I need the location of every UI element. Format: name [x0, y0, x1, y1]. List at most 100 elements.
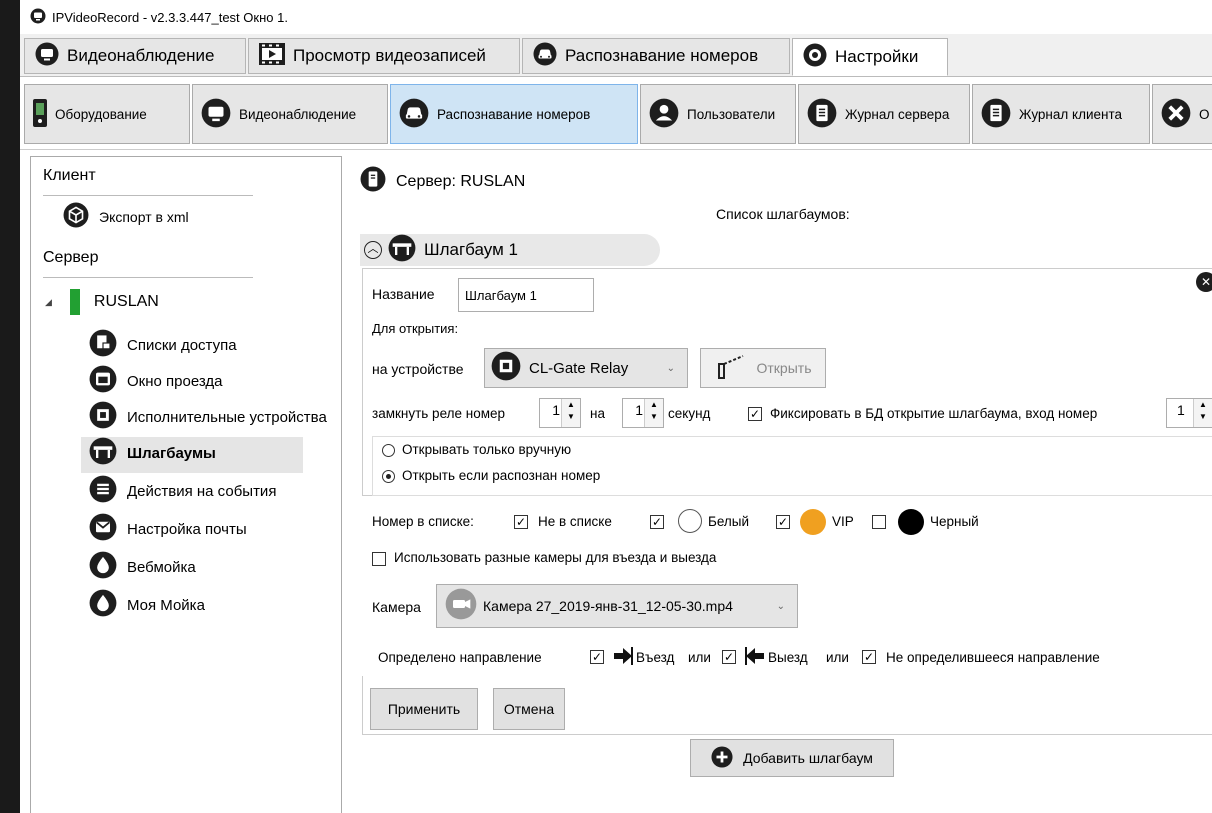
exit-checkbox[interactable]: ✓ — [722, 650, 736, 664]
barrier-header[interactable]: ︿ Шлагбаум 1 — [360, 234, 660, 266]
tree-item-export-xml[interactable]: Экспорт в xml — [63, 202, 189, 231]
tree-item-webwash[interactable]: Вебмойка — [89, 551, 196, 583]
mail-icon — [89, 513, 117, 545]
tools-icon — [1161, 98, 1191, 131]
barrier-gate-icon — [715, 354, 745, 383]
cube-icon — [63, 202, 89, 231]
device-select[interactable]: CL-Gate Relay ⌄ — [484, 348, 688, 388]
drop-icon — [89, 589, 117, 621]
stepper-arrows[interactable]: ▲ ▼ — [561, 399, 580, 427]
on-label: на — [590, 406, 605, 421]
window-left-edge — [0, 0, 20, 813]
radio-open-recognized[interactable] — [382, 470, 395, 483]
vip-label: VIP — [832, 514, 854, 529]
device-label: на устройстве — [372, 361, 464, 377]
tree-item-label: Шлагбаумы — [127, 444, 216, 462]
barrier-title: Шлагбаум 1 — [424, 240, 518, 259]
vip-list-checkbox[interactable]: ✓ — [776, 515, 790, 529]
barrier-name-input[interactable]: Шлагбаум 1 — [458, 278, 594, 312]
tab-plate-recognition[interactable]: Распознавание номеров — [522, 38, 790, 74]
settings-tree-panel: Клиент Экспорт в xml Сервер ◢ RUSLAN Спи… — [30, 156, 342, 813]
stepper-arrows[interactable]: ▲ ▼ — [644, 399, 663, 427]
tab-video-surveillance[interactable]: Видеонаблюдение — [24, 38, 246, 74]
tree-item-pass-window[interactable]: Окно проезда — [89, 365, 223, 397]
or-label: или — [826, 650, 849, 665]
tab-label: Видеонаблюдение — [67, 46, 215, 65]
tree-item-event-actions[interactable]: Действия на события — [89, 475, 276, 507]
black-list-checkbox[interactable] — [872, 515, 886, 529]
open-barrier-button[interactable]: Открыть — [700, 348, 826, 388]
different-cameras-checkbox[interactable] — [372, 552, 386, 566]
barrier-icon — [89, 437, 117, 469]
tree-item-barriers[interactable]: Шлагбаумы — [89, 437, 216, 469]
divider — [43, 277, 253, 278]
tree-item-label: Списки доступа — [127, 336, 237, 354]
stepper-value: 1 — [1177, 402, 1185, 418]
radio-open-manual[interactable] — [382, 444, 395, 457]
barrier-list-title: Список шлагбаумов: — [716, 206, 850, 222]
name-label: Название — [372, 286, 435, 302]
white-list-checkbox[interactable]: ✓ — [650, 515, 664, 529]
tree-item-my-wash[interactable]: Моя Мойка — [89, 589, 205, 621]
not-in-list-checkbox[interactable]: ✓ — [514, 515, 528, 529]
subtab-about[interactable]: О — [1152, 84, 1212, 144]
subtab-label: О — [1199, 106, 1210, 122]
subtab-client-log[interactable]: Журнал клиента — [972, 84, 1150, 144]
cancel-button[interactable]: Отмена — [493, 688, 565, 730]
close-icon[interactable]: ✕ — [1196, 272, 1212, 292]
window-title: IPVideoRecord - v2.3.3.447_test Окно 1. — [52, 9, 288, 25]
number-in-list-label: Номер в списке: — [372, 514, 474, 529]
tree-item-server[interactable]: ◢ RUSLAN — [45, 289, 159, 315]
subtab-equipment[interactable]: Оборудование — [24, 84, 190, 144]
entry-checkbox[interactable]: ✓ — [590, 650, 604, 664]
subtab-server-log[interactable]: Журнал сервера — [798, 84, 970, 144]
tree-item-actuators[interactable]: Исполнительные устройства — [89, 401, 327, 433]
tab-settings[interactable]: Настройки — [792, 38, 948, 76]
server-header: Сервер — [43, 249, 99, 266]
apply-button[interactable]: Применить — [370, 688, 478, 730]
car-icon — [533, 42, 557, 71]
client-header: Клиент — [43, 167, 96, 184]
tree-item-label: Окно проезда — [127, 372, 223, 390]
subtab-label: Распознавание номеров — [437, 106, 591, 122]
stepper-value: 1 — [552, 402, 560, 418]
gear-icon — [803, 43, 827, 72]
tree-item-mail-settings[interactable]: Настройка почты — [89, 513, 247, 545]
subtab-label: Пользователи — [687, 106, 776, 122]
subtab-users[interactable]: Пользователи — [640, 84, 796, 144]
white-label: Белый — [708, 514, 750, 529]
tab-recordings[interactable]: Просмотр видеозаписей — [248, 38, 520, 74]
user-icon — [649, 98, 679, 131]
tree-item-access-lists[interactable]: Списки доступа — [89, 329, 237, 361]
add-barrier-button[interactable]: Добавить шлагбаум — [690, 739, 894, 777]
radio-open-manual-label: Открывать только вручную — [402, 442, 572, 457]
seconds-stepper[interactable]: 1 ▲ ▼ — [622, 398, 664, 428]
subtab-label: Журнал клиента — [1019, 106, 1122, 122]
arrow-right-icon — [612, 645, 634, 672]
stepper-arrows[interactable]: ▲ ▼ — [1193, 399, 1212, 427]
chip-icon — [89, 401, 117, 433]
undetermined-direction-checkbox[interactable]: ✓ — [862, 650, 876, 664]
server-title-text: Сервер: RUSLAN — [396, 172, 526, 190]
arrow-left-icon — [744, 645, 766, 672]
fix-in-db-checkbox[interactable]: ✓ — [748, 407, 762, 421]
collapse-triangle-icon[interactable]: ◢ — [45, 297, 52, 308]
monitor-icon — [201, 98, 231, 131]
barrier-icon — [388, 234, 416, 267]
main-tabs: Видеонаблюдение Просмотр видеозаписей Ра… — [20, 34, 1212, 77]
tree-item-label: Исполнительные устройства — [127, 408, 327, 426]
server-status-icon — [69, 289, 80, 315]
device-icon — [33, 98, 47, 130]
camera-label: Камера — [372, 599, 421, 615]
app-icon — [30, 8, 46, 27]
collapse-chevron-icon[interactable]: ︿ — [364, 241, 382, 259]
relay-number-stepper[interactable]: 1 ▲ ▼ — [539, 398, 581, 428]
tree-item-label: Настройка почты — [127, 520, 247, 538]
subtab-video-surveillance[interactable]: Видеонаблюдение — [192, 84, 388, 144]
camera-select[interactable]: Камера 27_2019-янв-31_12-05-30.mp4 ⌄ — [436, 584, 798, 628]
chip-icon — [491, 351, 521, 386]
subtab-plate-recognition[interactable]: Распознавание номеров — [390, 84, 638, 144]
direction-label: Определено направление — [378, 650, 542, 665]
input-number-stepper[interactable]: 1 ▲ ▼ — [1166, 398, 1212, 428]
button-label: Открыть — [756, 360, 812, 376]
